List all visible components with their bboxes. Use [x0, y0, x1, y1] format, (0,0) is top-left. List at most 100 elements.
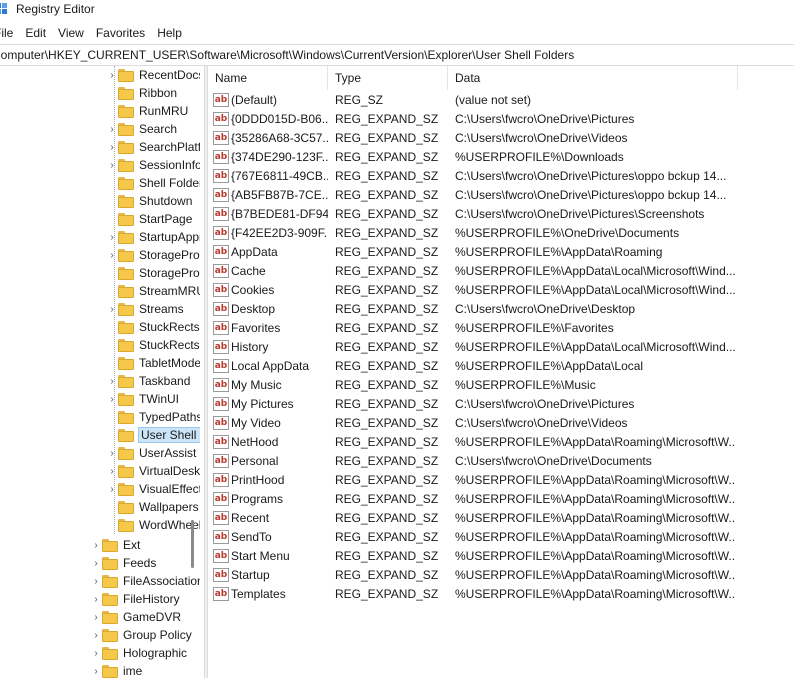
tree-item[interactable]: Wallpapers [106, 498, 199, 516]
table-row[interactable]: ab {F42EE2D3-909F... REG_EXPAND_SZ %USERPRO… [208, 224, 794, 243]
tree-item[interactable]: TypedPaths [106, 408, 200, 426]
tree-item[interactable]: StorageProviderSyncRoot [106, 264, 200, 282]
ab-string-icon: ab [213, 454, 229, 468]
tree-item[interactable]: StuckRects3 [106, 336, 200, 354]
tree-scrollbar-thumb[interactable] [191, 520, 194, 568]
tree-item[interactable]: › Feeds [90, 554, 156, 572]
tree-item[interactable]: › Holographic [90, 644, 187, 662]
table-row[interactable]: ab {AB5FB87B-7CE... REG_EXPAND_SZ C:\Users\… [208, 186, 794, 205]
chevron-right-icon[interactable]: › [106, 120, 118, 138]
ab-string-icon: ab [213, 302, 229, 316]
chevron-right-icon[interactable]: › [106, 462, 118, 480]
table-row[interactable]: ab Start Menu REG_EXPAND_SZ %USERPROFILE%\A… [208, 547, 794, 566]
values-list[interactable]: Name Type Data ab (Default) REG_SZ (value n… [208, 66, 794, 678]
chevron-right-icon[interactable]: › [106, 372, 118, 390]
table-row[interactable]: ab Startup REG_EXPAND_SZ %USERPROFILE%\AppD… [208, 566, 794, 585]
tree-item[interactable]: StuckRects2 [106, 318, 200, 336]
table-row[interactable]: ab Templates REG_EXPAND_SZ %USERPROFILE%\Ap… [208, 585, 794, 604]
tree-item[interactable]: › Taskband [106, 372, 190, 390]
table-row[interactable]: ab Local AppData REG_EXPAND_SZ %USERPROFILE… [208, 357, 794, 376]
registry-tree[interactable]: › RecentDocs Ribbon RunMRU › Search › SearchPla… [0, 66, 200, 678]
table-row[interactable]: ab{B7BEDE81-DF94... REG_EXPAND_SZ C:\Users… [208, 205, 794, 224]
chevron-right-icon[interactable]: › [106, 228, 118, 246]
table-row[interactable]: ab History REG_EXPAND_SZ %USERPROFILE%\AppD… [208, 338, 794, 357]
tree-item[interactable]: ›VisualEffects [106, 480, 200, 498]
address-path[interactable]: Computer\HKEY_CURRENT_USER\Software\Micr… [0, 48, 574, 62]
tree-item[interactable]: › UserAssist [106, 444, 196, 462]
tree-item[interactable]: StartPage [106, 210, 192, 228]
chevron-right-icon[interactable]: › [90, 590, 102, 608]
chevron-right-icon[interactable]: › [106, 390, 118, 408]
chevron-right-icon[interactable]: › [106, 138, 118, 156]
menu-view[interactable]: View [52, 22, 90, 44]
menu-favorites[interactable]: Favorites [90, 22, 151, 44]
chevron-right-icon[interactable]: › [106, 246, 118, 264]
tree-item[interactable]: › ime [90, 662, 142, 678]
table-row[interactable]: ab My Pictures REG_EXPAND_SZ C:\Users\fwcro… [208, 395, 794, 414]
tree-item[interactable]: StreamMRU [106, 282, 200, 300]
tree-item[interactable]: Shell Folders [106, 174, 200, 192]
chevron-right-icon[interactable]: › [90, 626, 102, 644]
tree-item[interactable]: ›VirtualDesktops [106, 462, 200, 480]
tree-item[interactable]: RunMRU [106, 102, 188, 120]
menu-edit[interactable]: Edit [19, 22, 52, 44]
tree-scrollbar[interactable] [190, 66, 196, 678]
tree-item[interactable]: › TWinUI [106, 390, 179, 408]
tree-item[interactable]: WordWheelQuery [106, 516, 200, 534]
tree-item[interactable]: › SessionInfo [106, 156, 200, 174]
table-row[interactable]: ab (Default) REG_SZ (value not set) [208, 91, 794, 110]
chevron-right-icon[interactable]: › [106, 480, 118, 498]
tree-item[interactable]: ›SearchPlatform [106, 138, 200, 156]
column-header-name[interactable]: Name [208, 66, 328, 90]
chevron-right-icon[interactable]: › [90, 572, 102, 590]
chevron-right-icon[interactable]: › [106, 300, 118, 318]
menu-help[interactable]: Help [151, 22, 188, 44]
table-row[interactable]: ab My Music REG_EXPAND_SZ %USERPROFILE%\Mus… [208, 376, 794, 395]
table-row[interactable]: ab {35286A68-3C57... REG_EXPAND_SZ C:\Users… [208, 129, 794, 148]
tree-item[interactable]: › FileHistory [90, 590, 179, 608]
address-bar[interactable]: Computer\HKEY_CURRENT_USER\Software\Micr… [0, 44, 794, 66]
table-row[interactable]: ab Recent REG_EXPAND_SZ %USERPROFILE%\AppDa… [208, 509, 794, 528]
table-row[interactable]: ab {767E6811-49CB... REG_EXPAND_SZ C:\Users… [208, 167, 794, 186]
tree-item[interactable]: › Streams [106, 300, 183, 318]
tree-item[interactable]: › RecentDocs [106, 66, 200, 84]
table-row[interactable]: ab {0DDD015D-B06... REG_EXPAND_SZ C:\Users\… [208, 110, 794, 129]
tree-item[interactable]: TabletMode [106, 354, 200, 372]
table-row[interactable]: ab NetHood REG_EXPAND_SZ %USERPROFILE%\AppD… [208, 433, 794, 452]
chevron-right-icon[interactable]: › [106, 156, 118, 174]
table-row[interactable]: ab SendTo REG_EXPAND_SZ %USERPROFILE%\AppDa… [208, 528, 794, 547]
menu-file[interactable]: File [0, 22, 19, 44]
tree-item[interactable]: ›StartupApproved [106, 228, 200, 246]
tree-item[interactable]: › Search [106, 120, 177, 138]
value-name: {767E6811-49CB... [231, 169, 328, 183]
tree-item[interactable]: User Shell Folders [106, 426, 200, 444]
chevron-right-icon[interactable]: › [90, 608, 102, 626]
tree-item[interactable]: Shutdown [106, 192, 192, 210]
chevron-right-icon[interactable]: › [106, 444, 118, 462]
table-row[interactable]: ab Programs REG_EXPAND_SZ %USERPROFILE%\App… [208, 490, 794, 509]
tree-item[interactable]: ›StorageProvider [106, 246, 200, 264]
column-header-type[interactable]: Type [328, 66, 448, 90]
table-row[interactable]: ab Cache REG_EXPAND_SZ %USERPROFILE%\AppDat… [208, 262, 794, 281]
table-row[interactable]: ab My Video REG_EXPAND_SZ C:\Users\fwcro\On… [208, 414, 794, 433]
chevron-right-icon[interactable]: › [90, 554, 102, 572]
value-name: History [231, 340, 269, 354]
table-row[interactable]: ab Personal REG_EXPAND_SZ C:\Users\fwcro\On… [208, 452, 794, 471]
tree-item[interactable]: › Group Policy [90, 626, 191, 644]
tree-item[interactable]: › GameDVR [90, 608, 181, 626]
table-row[interactable]: ab PrintHood REG_EXPAND_SZ %USERPROFILE%\Ap… [208, 471, 794, 490]
table-row[interactable]: ab Favorites REG_EXPAND_SZ %USERPROFILE%\Fa… [208, 319, 794, 338]
table-row[interactable]: ab Desktop REG_EXPAND_SZ C:\Users\fwcro\One… [208, 300, 794, 319]
chevron-right-icon[interactable]: › [106, 66, 118, 84]
tree-item[interactable]: › Ext [90, 536, 140, 554]
table-row[interactable]: ab Cookies REG_EXPAND_SZ %USERPROFILE%\AppD… [208, 281, 794, 300]
tree-item[interactable]: › FileAssociations [90, 572, 200, 590]
column-header-data[interactable]: Data [448, 66, 738, 90]
chevron-right-icon[interactable]: › [90, 662, 102, 678]
chevron-right-icon[interactable]: › [90, 644, 102, 662]
chevron-right-icon[interactable]: › [90, 536, 102, 554]
table-row[interactable]: ab {374DE290-123F... REG_EXPAND_SZ %USERPRO… [208, 148, 794, 167]
tree-item[interactable]: Ribbon [106, 84, 177, 102]
table-row[interactable]: ab AppData REG_EXPAND_SZ %USERPROFILE%\AppD… [208, 243, 794, 262]
